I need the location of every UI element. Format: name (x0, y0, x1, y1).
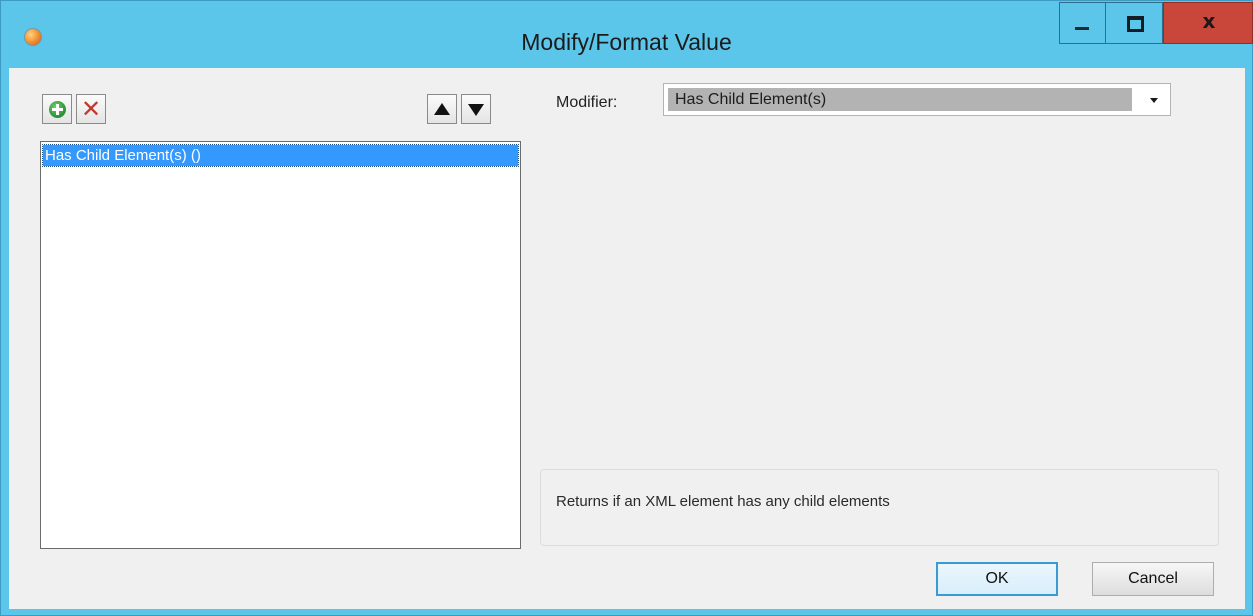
dialog-window: Modify/Format Value x ✕ Has Child Elemen… (0, 0, 1253, 616)
delete-x-icon: ✕ (80, 95, 102, 123)
chevron-down-icon[interactable] (1150, 98, 1158, 103)
move-up-button[interactable] (427, 94, 457, 124)
maximize-button[interactable] (1105, 2, 1163, 44)
move-down-button[interactable] (461, 94, 491, 124)
close-button[interactable]: x (1163, 2, 1253, 44)
add-circle-icon (49, 101, 66, 118)
title-bar[interactable]: Modify/Format Value x (1, 1, 1253, 67)
triangle-down-icon (468, 104, 484, 116)
description-panel: Returns if an XML element has any child … (540, 469, 1219, 546)
modifier-label: Modifier: (556, 94, 618, 111)
add-modifier-button[interactable] (42, 94, 72, 124)
dialog-body: ✕ Has Child Element(s) () Modifier: Has … (9, 68, 1245, 609)
modifier-listbox[interactable]: Has Child Element(s) () (40, 141, 521, 549)
minimize-button[interactable] (1059, 2, 1105, 44)
close-icon: x (1202, 9, 1216, 33)
maximize-icon (1127, 16, 1144, 32)
modifier-dropdown-value: Has Child Element(s) (668, 88, 1132, 111)
triangle-up-icon (434, 103, 450, 115)
cancel-button[interactable]: Cancel (1092, 562, 1214, 596)
minimize-icon (1075, 27, 1089, 30)
list-item[interactable]: Has Child Element(s) () (42, 144, 519, 167)
modifier-dropdown[interactable]: Has Child Element(s) (663, 83, 1171, 116)
delete-modifier-button[interactable]: ✕ (76, 94, 106, 124)
description-text: Returns if an XML element has any child … (556, 493, 890, 510)
ok-button[interactable]: OK (936, 562, 1058, 596)
